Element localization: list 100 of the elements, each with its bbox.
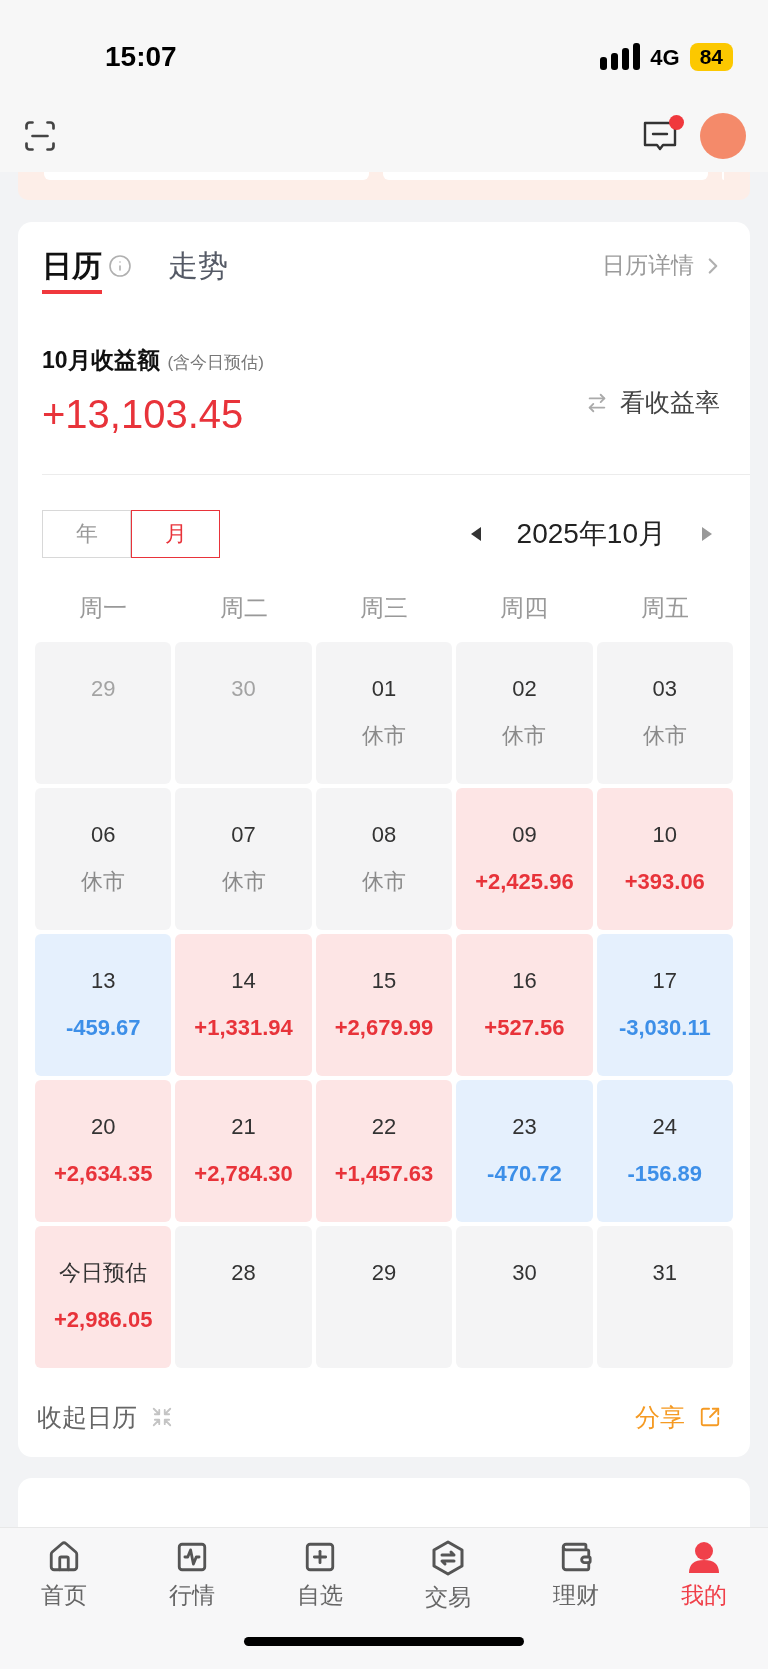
day-cell[interactable]: 15 +2,679.99: [315, 933, 453, 1076]
day-cell[interactable]: 31: [596, 1225, 733, 1368]
day-value: +393.06: [624, 867, 705, 896]
day-cell[interactable]: 07 休市: [175, 787, 312, 930]
day-value: 休市: [362, 867, 406, 896]
day-number: 08: [371, 820, 397, 849]
day-cell[interactable]: 09 +2,425.96: [456, 787, 593, 930]
collapse-calendar-button[interactable]: 收起日历: [37, 1398, 137, 1436]
day-number: 24: [652, 1112, 678, 1141]
day-value: +527.56: [484, 1013, 565, 1042]
day-number: 09: [512, 820, 537, 849]
day-value: +2,986.05: [53, 1305, 153, 1334]
day-number: 03: [652, 674, 678, 703]
day-cell[interactable]: 23 -470.72: [456, 1079, 593, 1222]
day-value: +2,679.99: [334, 1013, 434, 1042]
day-cell[interactable]: 06 休市: [35, 787, 172, 930]
earnings-value: +13,103.45: [42, 390, 245, 438]
day-value: 休市: [362, 721, 406, 750]
day-cell[interactable]: 17 -3,030.11: [596, 933, 733, 1076]
earnings-label: 10月收益额: [42, 346, 160, 375]
nav-item[interactable]: 自选: [256, 1540, 384, 1615]
day-number: 29: [371, 1258, 397, 1287]
day-value: -459.67: [65, 1013, 141, 1042]
day-cell[interactable]: 14 +1,331.94: [175, 933, 312, 1076]
day-number: 16: [512, 966, 537, 995]
user-icon: [687, 1540, 721, 1574]
swap-icon: [586, 391, 608, 414]
message-icon[interactable]: [642, 119, 678, 153]
day-number: 14: [231, 966, 256, 995]
status-time: 15:07: [105, 40, 177, 74]
tab[interactable]: 日历: [42, 243, 102, 294]
day-number: 02: [512, 674, 537, 703]
day-cell[interactable]: 28: [175, 1225, 312, 1368]
day-cell[interactable]: 02 休市: [456, 641, 593, 784]
wallet-icon: [559, 1540, 593, 1574]
shrink-icon: [151, 1406, 173, 1429]
day-value: -3,030.11: [618, 1013, 711, 1042]
share-icon: [699, 1406, 721, 1429]
plus-icon: [303, 1540, 337, 1574]
nav-item[interactable]: 行情: [128, 1540, 256, 1615]
day-number: 今日预估: [59, 1258, 148, 1287]
nav-item[interactable]: 首页: [0, 1540, 128, 1615]
day-value: 休市: [81, 867, 126, 896]
period-toggle[interactable]: 月: [131, 509, 220, 558]
yield-rate-toggle[interactable]: 看收益率: [620, 384, 720, 422]
day-value: 休市: [221, 867, 266, 896]
day-cell[interactable]: 16 +527.56: [456, 933, 593, 1076]
battery-level: 84: [689, 43, 733, 71]
home-icon: [47, 1540, 81, 1574]
day-value: -470.72: [487, 1159, 562, 1188]
day-value: +2,425.96: [475, 867, 574, 896]
day-number: 07: [231, 820, 256, 849]
network-label: 4G: [650, 43, 680, 72]
day-cell[interactable]: 今日预估 +2,986.05: [35, 1225, 172, 1368]
day-cell[interactable]: 20 +2,634.35: [35, 1079, 172, 1222]
day-number: 20: [90, 1112, 116, 1141]
day-value: 休市: [642, 721, 687, 750]
weekday-label: 周三: [359, 592, 409, 623]
scan-icon[interactable]: [22, 118, 58, 154]
day-cell[interactable]: 03 休市: [596, 641, 733, 784]
day-number: 13: [90, 966, 116, 995]
day-cell[interactable]: 24 -156.89: [596, 1079, 733, 1222]
day-number: 31: [652, 1258, 678, 1287]
weekday-label: 周四: [499, 592, 550, 623]
nav-item[interactable]: 我的: [640, 1540, 768, 1615]
day-cell[interactable]: 21 +2,784.30: [175, 1079, 312, 1222]
day-number: 30: [231, 674, 256, 703]
weekday-label: 周二: [218, 592, 269, 623]
day-cell[interactable]: 01 休市: [315, 641, 453, 784]
day-value: -156.89: [627, 1159, 703, 1188]
chart-icon: [175, 1540, 209, 1574]
day-number: 22: [371, 1112, 397, 1141]
day-value: +2,784.30: [194, 1159, 293, 1188]
day-cell[interactable]: 08 休市: [315, 787, 453, 930]
month-label: 2025年10月: [516, 516, 666, 551]
day-cell[interactable]: 10 +393.06: [596, 787, 733, 930]
day-number: 30: [512, 1258, 537, 1287]
day-number: 28: [231, 1258, 256, 1287]
nav-item[interactable]: 交易: [384, 1540, 512, 1615]
exchange-icon: [431, 1540, 465, 1576]
nav-item[interactable]: 理财: [512, 1540, 640, 1615]
day-number: 15: [371, 966, 397, 995]
day-number: 21: [231, 1112, 256, 1141]
signal-icon: [600, 43, 641, 71]
day-number: 29: [90, 674, 116, 703]
day-cell[interactable]: 30: [456, 1225, 593, 1368]
day-cell[interactable]: 29: [315, 1225, 453, 1368]
day-number: 23: [512, 1112, 537, 1141]
weekday-label: 周五: [639, 592, 690, 623]
weekday-label: 周一: [78, 592, 129, 623]
earnings-note: (含今日预估): [167, 352, 264, 374]
tab[interactable]: 走势: [168, 243, 228, 288]
day-value: +1,457.63: [334, 1159, 434, 1188]
next-month-icon[interactable]: [702, 526, 712, 541]
day-number: 17: [652, 966, 678, 995]
day-cell[interactable]: 22 +1,457.63: [315, 1079, 453, 1222]
day-value: +1,331.94: [194, 1013, 293, 1042]
previous-month-icon[interactable]: [470, 526, 481, 541]
day-cell[interactable]: 13 -459.67: [35, 933, 172, 1076]
day-number: 06: [90, 820, 116, 849]
